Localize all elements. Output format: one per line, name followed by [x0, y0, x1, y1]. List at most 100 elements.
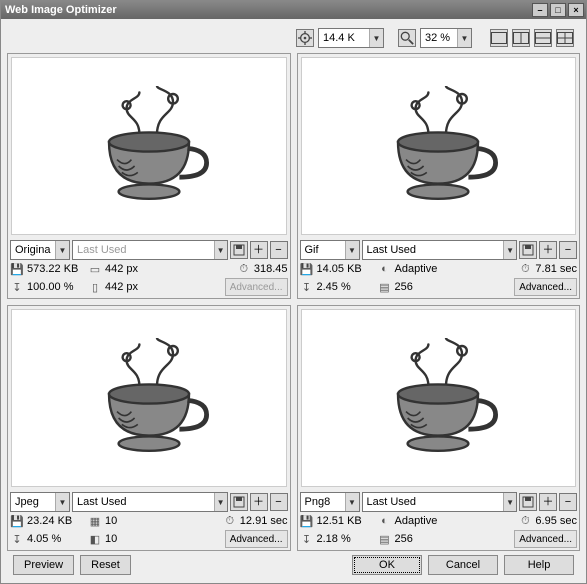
file-size: 23.24 KB: [27, 515, 72, 527]
colors-icon: ▤: [378, 280, 392, 294]
format-value[interactable]: [301, 493, 345, 511]
file-size: 573.22 KB: [27, 263, 78, 275]
help-button[interactable]: Help: [504, 555, 574, 575]
add-preset-button[interactable]: ＋: [250, 241, 268, 259]
advanced-button[interactable]: Advanced...: [514, 278, 577, 296]
panel-controls: ▼ ▼ ＋ − 💾 12.51 KB: [298, 490, 580, 550]
ok-button[interactable]: OK: [352, 555, 422, 575]
height-icon: ▯: [88, 280, 102, 294]
image-preview[interactable]: [11, 309, 287, 487]
save-preset-button[interactable]: [230, 493, 248, 511]
remove-preset-button[interactable]: −: [270, 493, 288, 511]
disk-icon: [522, 496, 534, 508]
add-preset-button[interactable]: ＋: [539, 241, 557, 259]
preset-dropdown[interactable]: ▼: [72, 492, 228, 512]
preset-value[interactable]: [73, 241, 214, 259]
format-value[interactable]: [11, 241, 55, 259]
modem-speed-dropdown[interactable]: ▼: [318, 28, 384, 48]
chevron-down-icon: ▼: [345, 493, 359, 511]
cancel-button[interactable]: Cancel: [428, 555, 498, 575]
zoom-tool-icon[interactable]: [398, 29, 416, 47]
add-preset-button[interactable]: ＋: [250, 493, 268, 511]
title-bar: Web Image Optimizer – □ ×: [1, 1, 586, 19]
panel-controls: ▼ ▼ ＋ − 💾 573.22 KB: [8, 238, 290, 298]
layout-2up-v-button[interactable]: [512, 29, 530, 47]
stat-a: 442 px: [105, 263, 138, 275]
maximize-button[interactable]: □: [550, 3, 566, 17]
image-preview[interactable]: [11, 57, 287, 235]
window: Web Image Optimizer – □ × ▼: [0, 0, 587, 584]
preview-panel-3: ▼ ▼ ＋ − 💾 12.51 KB: [297, 305, 581, 551]
preview-grid: ▼ ▼ ＋ − 💾 573.22 KB: [7, 53, 580, 551]
format-value[interactable]: [11, 493, 55, 511]
preview-panel-1: ▼ ▼ ＋ − 💾 14.05 KB: [297, 53, 581, 299]
layout-1up-button[interactable]: [490, 29, 508, 47]
chevron-down-icon: ▼: [457, 29, 471, 47]
preset-dropdown[interactable]: ▼: [362, 492, 518, 512]
image-preview[interactable]: [301, 309, 577, 487]
window-title: Web Image Optimizer: [5, 4, 530, 16]
chevron-down-icon: ▼: [55, 493, 69, 511]
layout-4up-button[interactable]: [556, 29, 574, 47]
chevron-down-icon: ▼: [55, 241, 69, 259]
coffee-cup-image: [373, 86, 503, 206]
zoom-value[interactable]: [421, 29, 457, 47]
timer-icon: ⏱: [237, 262, 251, 276]
minimize-button[interactable]: –: [532, 3, 548, 17]
preset-value[interactable]: [363, 493, 504, 511]
stat-c: 256: [395, 281, 413, 293]
percent: 4.05 %: [27, 533, 61, 545]
format-dropdown[interactable]: ▼: [10, 240, 70, 260]
timer-icon: ⏱: [518, 262, 532, 276]
modem-icon[interactable]: [296, 29, 314, 47]
save-preset-button[interactable]: [519, 241, 537, 259]
close-button[interactable]: ×: [568, 3, 584, 17]
format-dropdown[interactable]: ▼: [300, 492, 360, 512]
stat-b: 318.45: [254, 263, 288, 275]
add-preset-button[interactable]: ＋: [539, 493, 557, 511]
format-dropdown[interactable]: ▼: [10, 492, 70, 512]
preset-dropdown[interactable]: ▼: [72, 240, 228, 260]
modem-speed-value[interactable]: [319, 29, 369, 47]
advanced-button: Advanced...: [225, 278, 288, 296]
format-dropdown[interactable]: ▼: [300, 240, 360, 260]
top-toolbar: ▼ ▼: [7, 23, 580, 53]
save-preset-button[interactable]: [519, 493, 537, 511]
remove-preset-button[interactable]: −: [559, 493, 577, 511]
disk-icon: [233, 244, 245, 256]
preset-value[interactable]: [363, 241, 504, 259]
stat-c: 442 px: [105, 281, 138, 293]
coffee-cup-image: [84, 86, 214, 206]
colors-icon: ▤: [378, 532, 392, 546]
layout-2up-h-button[interactable]: [534, 29, 552, 47]
gear-icon: [298, 31, 312, 45]
zoom-dropdown[interactable]: ▼: [420, 28, 472, 48]
preset-value[interactable]: [73, 493, 214, 511]
percent: 2.45 %: [317, 281, 351, 293]
preset-dropdown[interactable]: ▼: [362, 240, 518, 260]
preview-button[interactable]: Preview: [13, 555, 74, 575]
filesize-icon: 💾: [10, 514, 24, 528]
coffee-cup-image: [84, 338, 214, 458]
remove-preset-button[interactable]: −: [270, 241, 288, 259]
stat-a: 10: [105, 515, 117, 527]
stat-b: 7.81 sec: [535, 263, 577, 275]
advanced-button[interactable]: Advanced...: [225, 530, 288, 548]
stat-b: 6.95 sec: [535, 515, 577, 527]
stat-b: 12.91 sec: [240, 515, 288, 527]
image-preview[interactable]: [301, 57, 577, 235]
filesize-icon: 💾: [300, 514, 314, 528]
preview-panel-2: ▼ ▼ ＋ − 💾 23.24 KB: [7, 305, 291, 551]
percent-icon: ↧: [10, 532, 24, 546]
layout-4up-icon: [557, 32, 573, 44]
advanced-button[interactable]: Advanced...: [514, 530, 577, 548]
chevron-down-icon: ▼: [503, 493, 516, 511]
reset-button[interactable]: Reset: [80, 555, 131, 575]
disk-icon: [522, 244, 534, 256]
format-value[interactable]: [301, 241, 345, 259]
remove-preset-button[interactable]: −: [559, 241, 577, 259]
save-preset-button[interactable]: [230, 241, 248, 259]
chevron-down-icon: ▼: [214, 241, 227, 259]
quality-icon: ▦: [88, 514, 102, 528]
coffee-cup-image: [373, 338, 503, 458]
